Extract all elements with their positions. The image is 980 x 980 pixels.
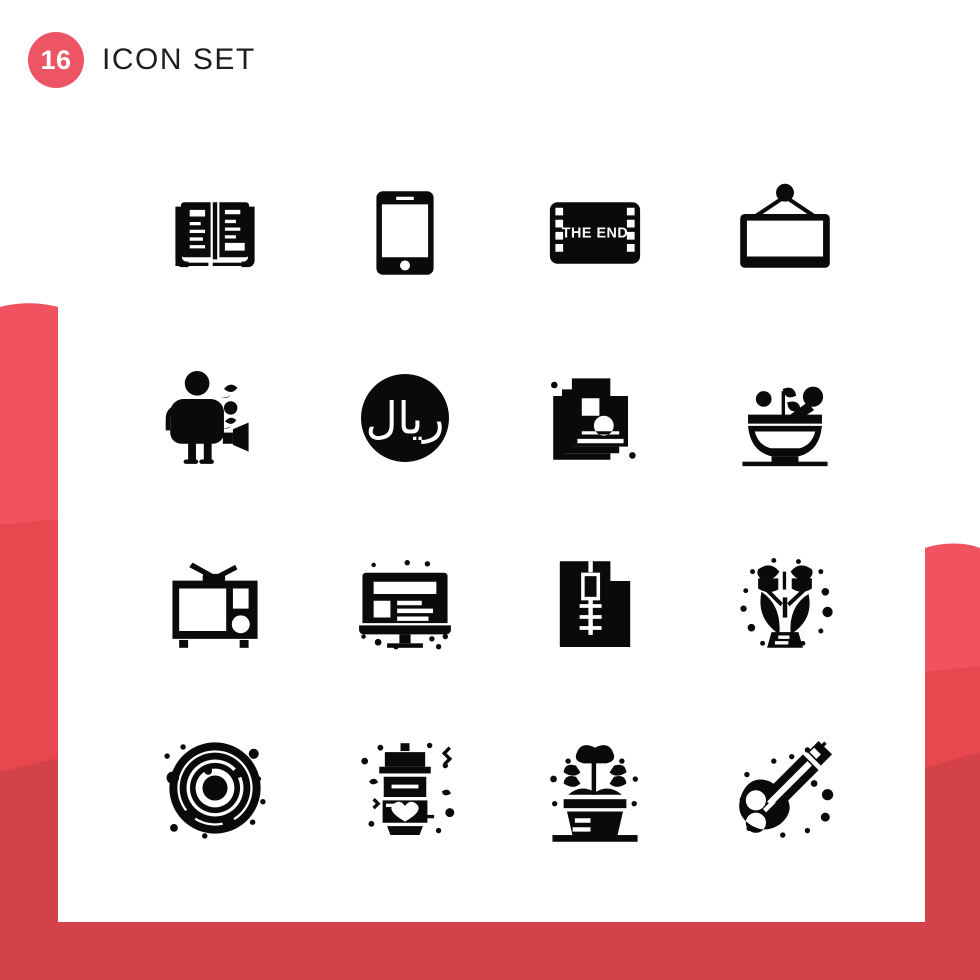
- film-the-end-icon: THE END: [549, 201, 641, 264]
- icon-cell-film-the-end[interactable]: THE END: [500, 140, 690, 325]
- icon-cell-mortar-pestle[interactable]: [690, 325, 880, 510]
- documents-icon: [551, 377, 636, 460]
- smartphone-icon: [376, 190, 434, 275]
- solar-system-icon: [164, 741, 266, 839]
- icon-cell-coffee-cup-love[interactable]: [310, 695, 500, 880]
- icon-cell-flower-bouquet[interactable]: [690, 510, 880, 695]
- icon-cell-retro-tv[interactable]: [120, 510, 310, 695]
- fat-person-icon: [165, 370, 249, 464]
- riyal-symbol-label: ريال: [366, 393, 445, 444]
- flower-bouquet-icon: [740, 557, 833, 648]
- open-sign-label: OPEN: [749, 223, 821, 250]
- icon-cell-desktop-monitor[interactable]: [310, 510, 500, 695]
- left-red-column-dark: [0, 758, 58, 922]
- open-sign-icon: OPEN: [740, 183, 830, 268]
- zip-file-icon: [559, 560, 631, 647]
- icon-cell-guitar[interactable]: [690, 695, 880, 880]
- film-the-end-label: THE END: [562, 225, 629, 241]
- icon-count-badge: 16: [28, 32, 84, 88]
- poster-header: 16 Icon Set: [28, 32, 256, 88]
- icon-grid: THE END OPEN ريال: [120, 140, 880, 880]
- open-book-icon: [175, 201, 255, 267]
- icon-cell-open-book[interactable]: [120, 140, 310, 325]
- right-red-column: [925, 543, 980, 922]
- icon-set-poster: 16 Icon Set: [0, 0, 980, 980]
- bottom-red-band: [0, 922, 980, 980]
- icon-cell-fat-person[interactable]: [120, 325, 310, 510]
- icon-cell-riyal-coin[interactable]: ريال: [310, 325, 500, 510]
- desktop-monitor-icon: [359, 559, 451, 649]
- right-red-column-dark: [925, 752, 980, 922]
- page-title: Icon Set: [102, 43, 256, 76]
- right-red-column-mid: [925, 666, 980, 922]
- coffee-cup-love-icon: [361, 742, 455, 835]
- icon-cell-open-sign[interactable]: OPEN: [690, 140, 880, 325]
- riyal-coin-icon: ريال: [361, 373, 449, 462]
- icon-cell-potted-plant[interactable]: [500, 695, 690, 880]
- potted-plant-icon: [550, 744, 639, 842]
- icon-cell-smartphone[interactable]: [310, 140, 500, 325]
- retro-tv-icon: [172, 562, 258, 648]
- left-red-column: [0, 303, 58, 922]
- icon-cell-solar-system[interactable]: [120, 695, 310, 880]
- mortar-pestle-icon: [742, 386, 828, 466]
- left-red-column-mid: [0, 519, 58, 922]
- guitar-icon: [739, 740, 834, 838]
- icon-cell-documents[interactable]: [500, 325, 690, 510]
- icon-cell-zip-file[interactable]: [500, 510, 690, 695]
